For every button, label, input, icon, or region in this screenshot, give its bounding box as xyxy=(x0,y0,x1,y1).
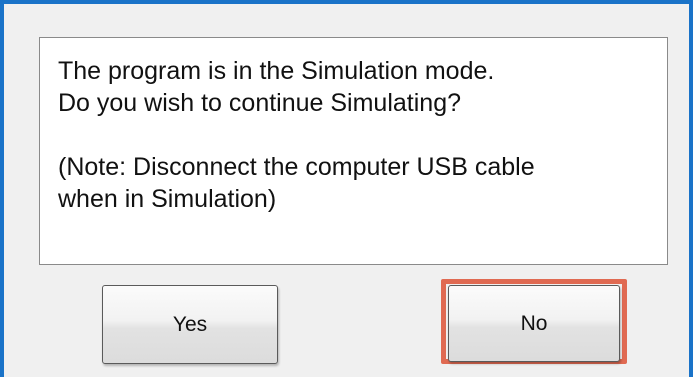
message-line-4: when in Simulation) xyxy=(58,185,277,213)
message-line-2: Do you wish to continue Simulating? xyxy=(58,89,462,117)
message-box: The program is in the Simulation mode. D… xyxy=(39,37,668,265)
yes-button[interactable]: Yes xyxy=(102,285,278,364)
message-spacer xyxy=(58,119,667,151)
no-button[interactable]: No xyxy=(448,285,620,362)
dialog-window: The program is in the Simulation mode. D… xyxy=(0,0,693,377)
yes-button-label: Yes xyxy=(172,312,208,336)
no-button-label: No xyxy=(520,311,548,335)
message-line-1: The program is in the Simulation mode. xyxy=(58,57,495,85)
message-line-3: (Note: Disconnect the computer USB cable xyxy=(58,153,535,181)
